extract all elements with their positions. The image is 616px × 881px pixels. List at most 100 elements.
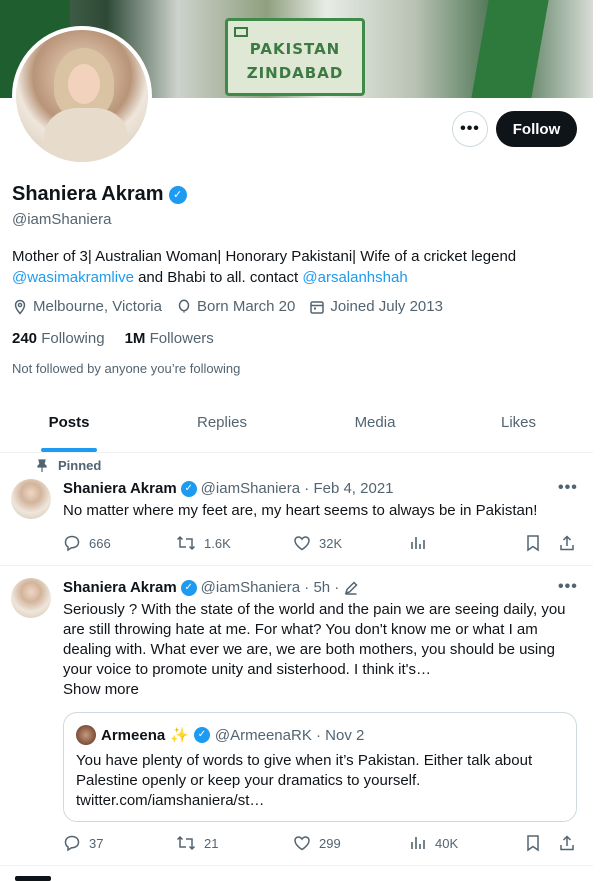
show-more-link[interactable]: Show more: [63, 680, 583, 700]
edited-pencil-icon[interactable]: [343, 580, 359, 596]
like-button[interactable]: 299: [293, 834, 341, 852]
verified-badge-icon[interactable]: ✓: [180, 579, 197, 596]
profile-name: Shaniera Akram ✓: [12, 183, 187, 206]
reply-icon: [64, 535, 80, 552]
sparkles-icon: ✨: [170, 727, 189, 744]
active-tab-indicator: [41, 448, 97, 452]
retweet-button[interactable]: 1.6K: [176, 534, 231, 552]
share-button[interactable]: [558, 534, 576, 552]
bio-mention-link[interactable]: @wasimakramlive: [12, 269, 134, 286]
views-button[interactable]: [409, 534, 435, 552]
follow-button[interactable]: Follow: [496, 111, 577, 147]
tab-label: Media: [354, 414, 396, 431]
followers-count: 1M: [124, 330, 146, 347]
profile-avatar[interactable]: [12, 26, 152, 166]
tweet-actions: 37 21 299 40K: [63, 834, 578, 854]
profile-tabs: Posts Replies Media Likes: [0, 400, 593, 453]
like-count: 299: [319, 835, 341, 851]
tweet-handle-date[interactable]: @iamShaniera · Feb 4, 2021: [201, 480, 394, 497]
more-options-button[interactable]: •••: [452, 111, 488, 147]
followers-label: Followers: [149, 330, 214, 347]
profile-meta: Melbourne, Victoria Born March 20 Joined…: [12, 298, 443, 315]
reply-button[interactable]: 666: [63, 534, 111, 552]
reply-count: 37: [89, 835, 104, 851]
share-icon: [560, 535, 574, 551]
quoted-author-name: Armeena: [101, 726, 166, 744]
quoted-tweet[interactable]: Armeena ✨ ✓ @ArmeenaRK · Nov 2 You have …: [63, 712, 577, 822]
retweet-button[interactable]: 21: [176, 834, 218, 852]
tweet-author-name[interactable]: Shaniera Akram: [63, 480, 177, 497]
following-count: 240: [12, 330, 38, 347]
next-tweet-edge: [15, 876, 51, 881]
reply-button[interactable]: 37: [63, 834, 103, 852]
pinned-label: Pinned: [58, 458, 102, 473]
tweet-avatar[interactable]: [11, 479, 51, 519]
banner-sign: PAKISTAN ZINDABAD: [225, 18, 365, 96]
tab-media[interactable]: Media: [306, 400, 444, 452]
share-button[interactable]: [558, 834, 576, 852]
avatar-body: [44, 108, 128, 162]
retweet-count: 1.6K: [204, 535, 231, 551]
location-text: Melbourne, Victoria: [33, 298, 162, 315]
tweet-author-name[interactable]: Shaniera Akram: [63, 579, 177, 596]
joined-item: Joined July 2013: [309, 298, 443, 315]
profile-stats: 240 Following 1M Followers: [12, 330, 214, 347]
like-button[interactable]: 32K: [293, 534, 342, 552]
bookmark-button[interactable]: [525, 534, 541, 552]
tweet-text: Seriously ? With the state of the world …: [63, 601, 566, 678]
flag-icon: [234, 27, 248, 37]
tab-label: Posts: [48, 414, 90, 431]
retweet-icon: [176, 835, 196, 851]
tab-label: Replies: [196, 414, 248, 431]
bookmark-button[interactable]: [525, 834, 541, 852]
verified-badge-icon: ✓: [193, 727, 210, 743]
tab-replies[interactable]: Replies: [138, 400, 306, 452]
tweet-more-button[interactable]: •••: [558, 479, 578, 497]
views-chart-icon: [411, 837, 425, 849]
banner-sign-line-2: ZINDABAD: [246, 64, 344, 82]
verified-badge-icon[interactable]: ✓: [168, 185, 187, 204]
tweet-header: Shaniera Akram ✓ @iamShaniera · 5h ·: [63, 579, 359, 596]
views-button[interactable]: 40K: [409, 834, 458, 852]
pinned-indicator: Pinned: [36, 458, 101, 473]
views-chart-icon: [411, 537, 425, 549]
views-count: 40K: [435, 835, 459, 851]
location-pin-icon: [14, 299, 26, 315]
profile-handle: @iamShaniera: [12, 211, 112, 228]
following-label: Following: [41, 330, 105, 347]
tab-label: Likes: [500, 414, 537, 431]
not-followed-note: Not followed by anyone you’re following: [12, 361, 241, 376]
followers-link[interactable]: 1M Followers: [125, 330, 214, 347]
quoted-tweet-header: Armeena ✨ ✓ @ArmeenaRK · Nov 2: [76, 725, 364, 745]
verified-badge-icon[interactable]: ✓: [180, 480, 197, 497]
profile-name-text: Shaniera Akram: [12, 183, 164, 205]
birthday-item: Born March 20: [176, 298, 295, 315]
reply-icon: [64, 835, 80, 852]
reply-count: 666: [89, 535, 111, 551]
bio-mention-link[interactable]: @arsalanhshah: [302, 269, 407, 286]
tweet-text: No matter where my feet are, my heart se…: [63, 502, 538, 519]
quoted-handle-date: @ArmeenaRK · Nov 2: [214, 726, 365, 744]
following-link[interactable]: 240 Following: [12, 330, 105, 347]
tweet-avatar[interactable]: [11, 578, 51, 618]
flag-decoration: [471, 0, 549, 98]
avatar-face: [68, 64, 100, 104]
retweet-count: 21: [204, 835, 219, 851]
quoted-tweet-text: You have plenty of words to give when it…: [76, 752, 533, 809]
tweet-more-button[interactable]: •••: [558, 578, 578, 596]
retweet-icon: [176, 535, 196, 551]
location-item: Melbourne, Victoria: [12, 298, 162, 315]
like-count: 32K: [319, 535, 343, 551]
bookmark-icon: [527, 835, 539, 852]
born-text: Born March 20: [196, 298, 296, 315]
tweet-actions: 666 1.6K 32K: [63, 534, 578, 554]
tab-likes[interactable]: Likes: [444, 400, 593, 452]
balloon-icon: [178, 299, 190, 312]
bio-text: and Bhabi to all. contact: [133, 269, 303, 286]
quoted-avatar: [76, 725, 96, 745]
heart-icon: [294, 536, 310, 551]
tweet-handle-date[interactable]: @iamShaniera · 5h ·: [201, 579, 340, 596]
tweet-header: Shaniera Akram ✓ @iamShaniera · Feb 4, 2…: [63, 480, 394, 497]
page-edge: [593, 0, 616, 881]
tab-posts[interactable]: Posts: [0, 400, 138, 452]
